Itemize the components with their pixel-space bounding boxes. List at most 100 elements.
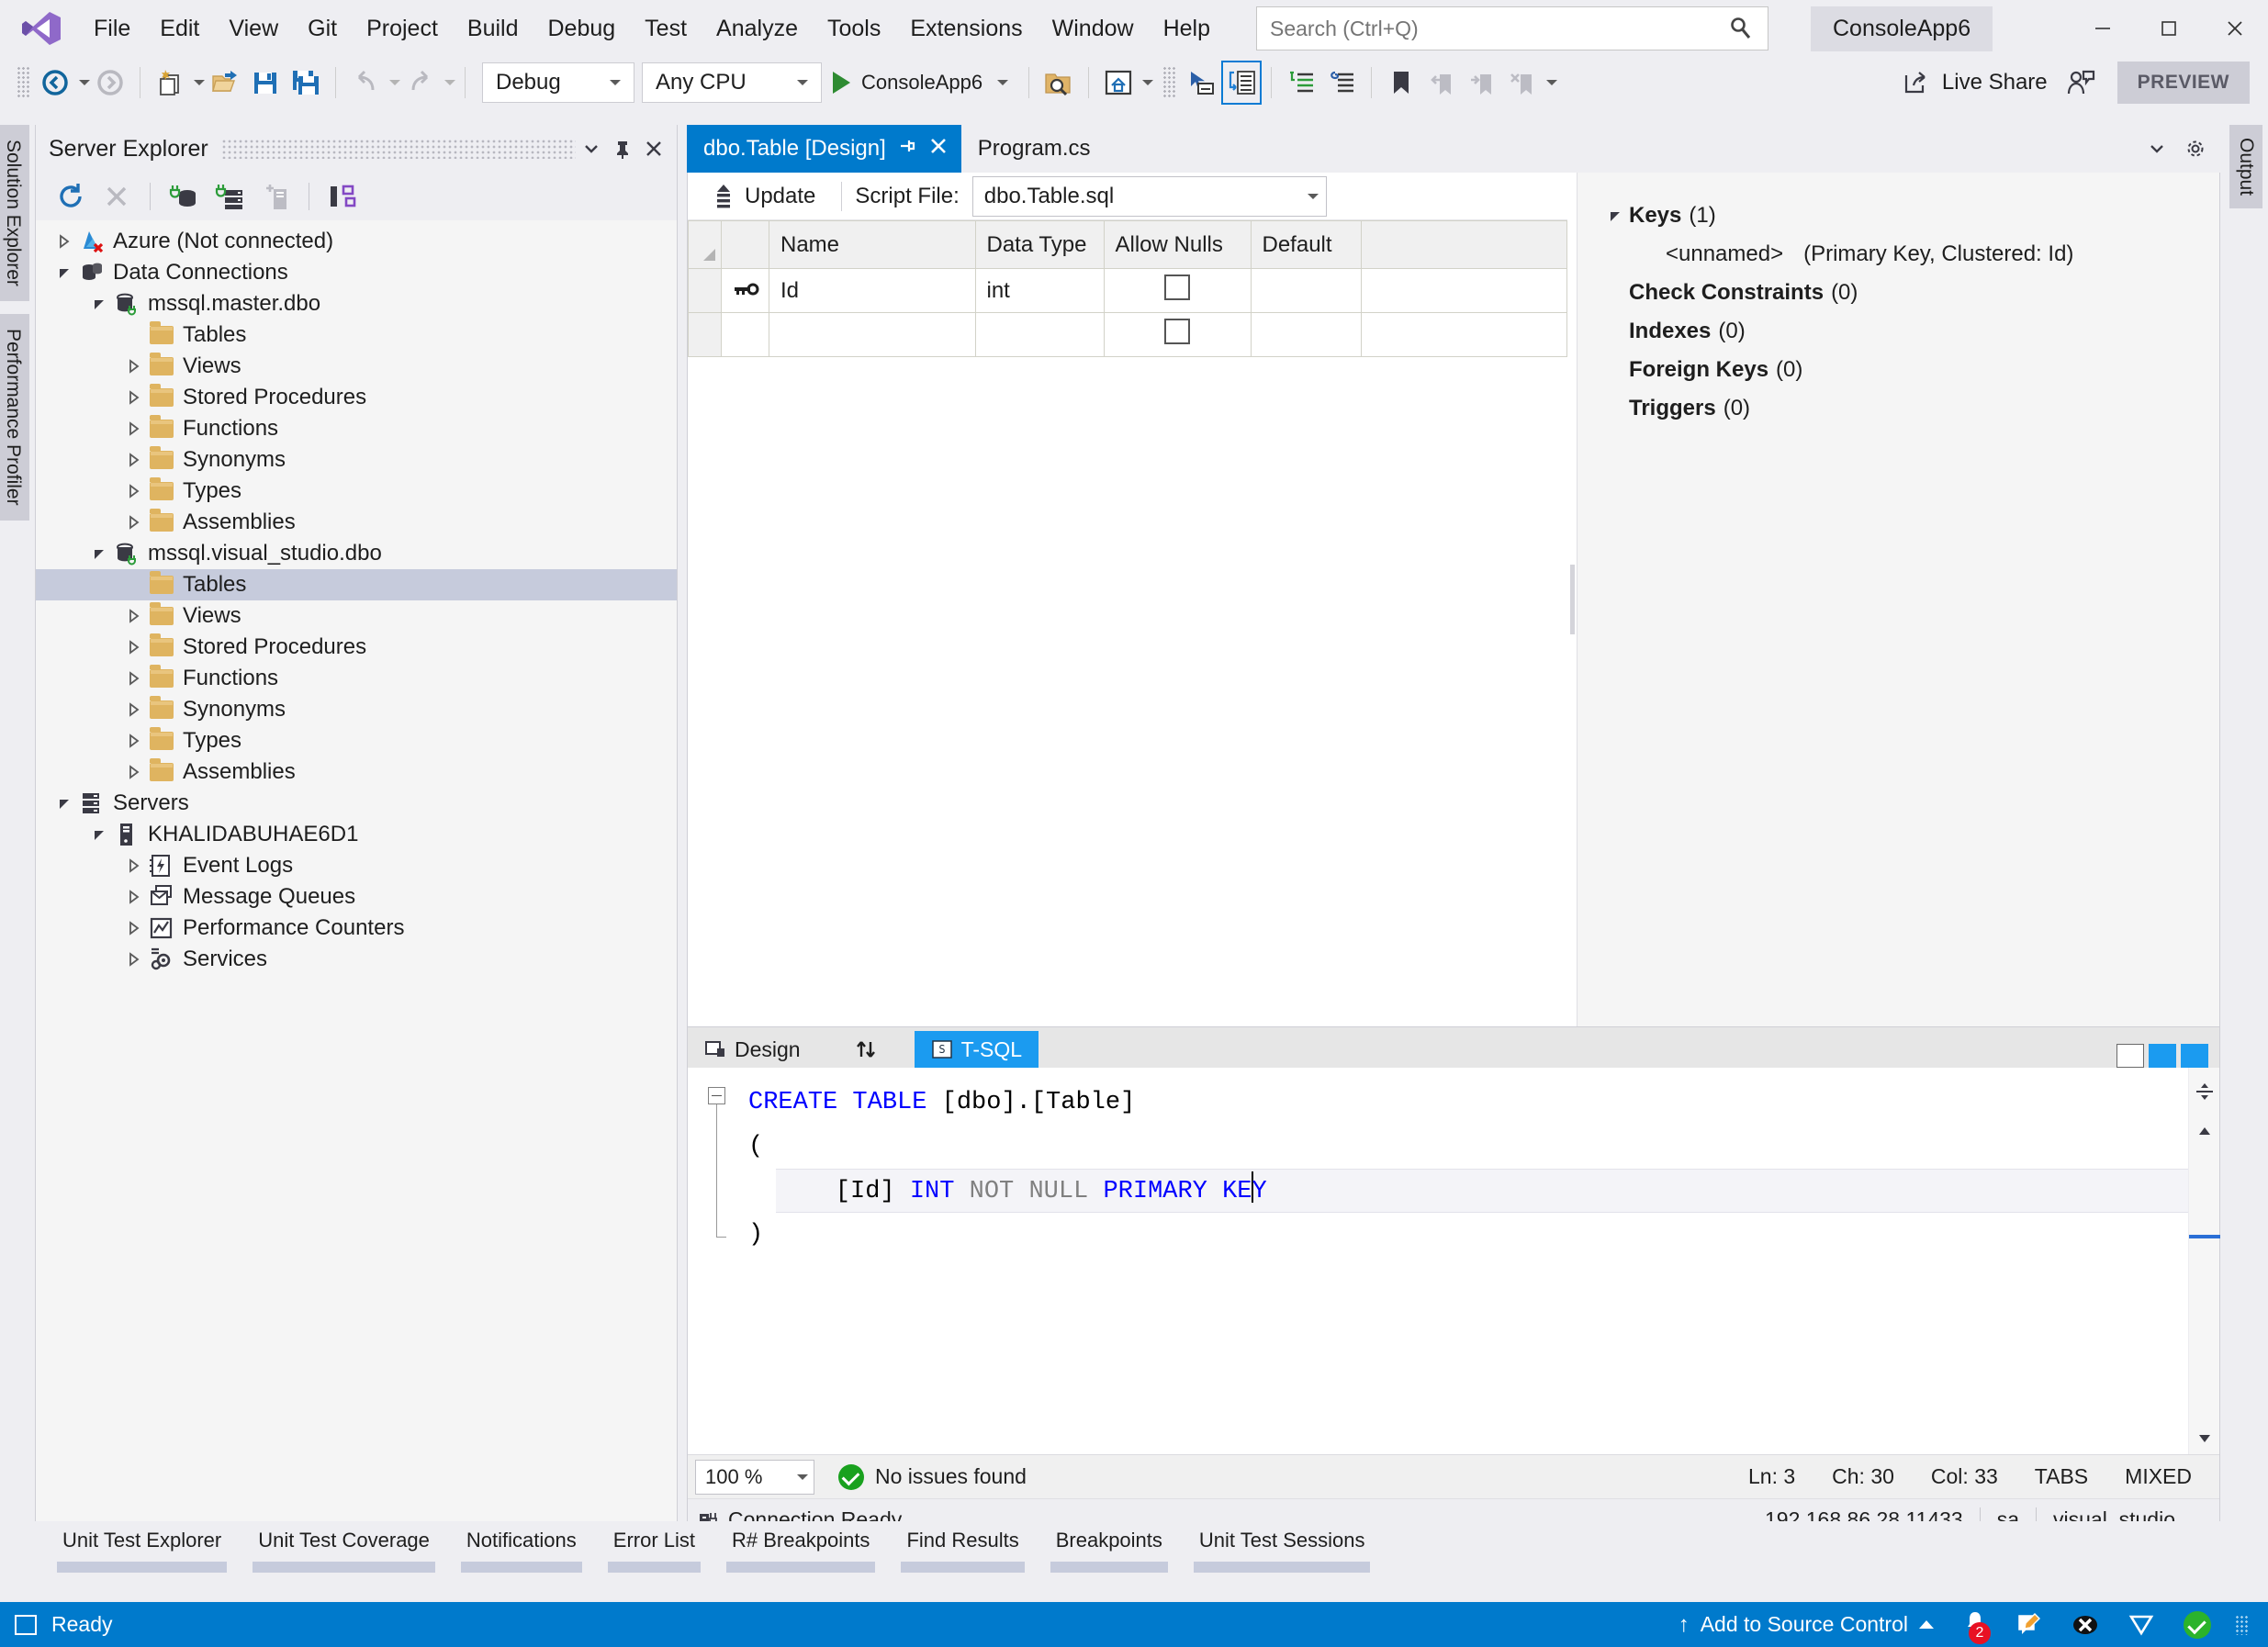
tree-item-servers[interactable]: Servers bbox=[36, 788, 677, 819]
expand-chevron-icon[interactable] bbox=[122, 420, 146, 437]
panel-drag-handle[interactable] bbox=[220, 139, 576, 159]
filter-icon-button[interactable] bbox=[2114, 1602, 2169, 1647]
save-icon[interactable] bbox=[245, 61, 286, 105]
cell-default[interactable] bbox=[1250, 312, 1362, 357]
tab-dbo-table-design[interactable]: dbo.Table [Design] bbox=[687, 125, 961, 173]
split-vertical-icon[interactable] bbox=[2116, 1044, 2144, 1068]
tree-item-services[interactable]: Services bbox=[36, 944, 677, 975]
tree-item-types[interactable]: Types bbox=[36, 476, 677, 507]
column-header-data-type[interactable]: Data Type bbox=[974, 220, 1105, 269]
tree-item-mssql-visual-studio-dbo[interactable]: mssql.visual_studio.dbo bbox=[36, 538, 677, 569]
menu-item-help[interactable]: Help bbox=[1149, 10, 1225, 48]
code-line-3[interactable]: [Id] INT NOT NULL PRIMARY KEY bbox=[776, 1169, 2188, 1213]
menu-item-project[interactable]: Project bbox=[352, 10, 453, 48]
connect-to-database-icon[interactable] bbox=[162, 176, 206, 217]
tree-item-views[interactable]: Views bbox=[36, 600, 677, 632]
tree-item-assemblies[interactable]: Assemblies bbox=[36, 756, 677, 788]
close-button[interactable] bbox=[2202, 0, 2268, 57]
bottom-tab-error-list[interactable]: Error List bbox=[595, 1521, 713, 1573]
tree-item-performance-counters[interactable]: Performance Counters bbox=[36, 913, 677, 944]
bottom-tab-breakpoints[interactable]: Breakpoints bbox=[1038, 1521, 1181, 1573]
document-settings-icon[interactable] bbox=[2176, 129, 2215, 169]
panel-menu-icon[interactable] bbox=[576, 130, 607, 167]
source-control-status-button[interactable] bbox=[2169, 1602, 2226, 1647]
feedback-icon-button[interactable] bbox=[2002, 1602, 2057, 1647]
search-input[interactable] bbox=[1256, 6, 1768, 50]
search-in-files-icon[interactable] bbox=[1039, 61, 1079, 105]
tree-item-tables[interactable]: Tables bbox=[36, 569, 677, 600]
scrollbar-track[interactable] bbox=[2188, 1147, 2220, 1423]
tree-item-data-connections[interactable]: Data Connections bbox=[36, 257, 677, 288]
menu-item-debug[interactable]: Debug bbox=[533, 10, 631, 48]
tree-item-stored-procedures[interactable]: Stored Procedures bbox=[36, 632, 677, 663]
column-header-default[interactable]: Default bbox=[1250, 220, 1362, 269]
scrollbar-split-icon[interactable] bbox=[2195, 1068, 2215, 1115]
split-horizontal-icon[interactable] bbox=[2149, 1044, 2176, 1068]
properties-window-icon[interactable] bbox=[1181, 61, 1221, 105]
toolbar-grip-2[interactable] bbox=[1162, 66, 1176, 99]
keys-item-keys[interactable]: Keys (1) bbox=[1601, 196, 2219, 235]
send-feedback-icon[interactable] bbox=[2060, 61, 2101, 105]
cell-allow-nulls[interactable] bbox=[1103, 312, 1252, 357]
tree-item-mssql-master-dbo[interactable]: mssql.master.dbo bbox=[36, 288, 677, 319]
resize-grip[interactable] bbox=[2226, 1602, 2259, 1647]
code-line-2[interactable]: ( bbox=[739, 1125, 2188, 1169]
keys-child-row[interactable]: <unnamed> (Primary Key, Clustered: Id) bbox=[1601, 235, 2219, 274]
tree-item-views[interactable]: Views bbox=[36, 351, 677, 382]
column-header-allow-nulls[interactable]: Allow Nulls bbox=[1103, 220, 1252, 269]
menu-item-window[interactable]: Window bbox=[1038, 10, 1149, 48]
tree-item-stored-procedures[interactable]: Stored Procedures bbox=[36, 382, 677, 413]
code-line-1[interactable]: CREATE TABLE [dbo].[Table] bbox=[739, 1081, 2188, 1125]
expand-chevron-icon[interactable] bbox=[122, 889, 146, 905]
cell-column-name[interactable] bbox=[769, 312, 976, 357]
new-item-icon[interactable] bbox=[150, 61, 190, 105]
minimize-button[interactable] bbox=[2070, 0, 2136, 57]
scroll-down-icon[interactable] bbox=[2196, 1423, 2213, 1454]
allow-nulls-checkbox[interactable] bbox=[1164, 319, 1190, 344]
expand-chevron-icon[interactable] bbox=[122, 389, 146, 406]
bottom-tab-find-results[interactable]: Find Results bbox=[888, 1521, 1037, 1573]
designer-splitter[interactable] bbox=[1567, 173, 1577, 1026]
expand-chevron-icon[interactable] bbox=[122, 514, 146, 531]
pin-icon[interactable] bbox=[897, 136, 917, 162]
close-icon[interactable] bbox=[928, 136, 949, 162]
editor-gutter[interactable] bbox=[688, 1068, 739, 1454]
pin-icon[interactable] bbox=[607, 130, 638, 167]
expand-chevron-icon[interactable] bbox=[122, 857, 146, 874]
collapse-triangle-icon[interactable] bbox=[1601, 207, 1629, 224]
menu-item-edit[interactable]: Edit bbox=[145, 10, 214, 48]
tree-item-assemblies[interactable]: Assemblies bbox=[36, 507, 677, 538]
issues-indicator[interactable]: No issues found bbox=[838, 1463, 1027, 1490]
menu-item-test[interactable]: Test bbox=[630, 10, 702, 48]
search-icon[interactable] bbox=[1728, 16, 1754, 47]
live-share-button[interactable]: Live Share bbox=[1891, 61, 2060, 105]
bottom-tab-r-breakpoints[interactable]: R# Breakpoints bbox=[713, 1521, 888, 1573]
expand-chevron-icon[interactable] bbox=[122, 670, 146, 687]
bottom-tab-unit-test-coverage[interactable]: Unit Test Coverage bbox=[240, 1521, 448, 1573]
tree-item-functions[interactable]: Functions bbox=[36, 413, 677, 444]
expand-chevron-icon[interactable] bbox=[122, 920, 146, 936]
expand-chevron-icon[interactable] bbox=[122, 608, 146, 624]
keys-item-triggers[interactable]: Triggers (0) bbox=[1601, 389, 2219, 428]
tree-item-azure-not-connected[interactable]: Azure (Not connected) bbox=[36, 226, 677, 257]
save-all-icon[interactable] bbox=[286, 61, 326, 105]
table-row[interactable] bbox=[688, 312, 1567, 357]
bottom-tab-notifications[interactable]: Notifications bbox=[448, 1521, 595, 1573]
expand-chevron-icon[interactable] bbox=[122, 733, 146, 749]
toolbar-overflow-icon[interactable] bbox=[1546, 80, 1558, 85]
scroll-up-icon[interactable] bbox=[2196, 1115, 2213, 1147]
menu-item-tools[interactable]: Tools bbox=[813, 10, 895, 48]
toolbar-grip[interactable] bbox=[17, 66, 29, 99]
close-icon[interactable] bbox=[638, 130, 669, 167]
row-selector-cell[interactable] bbox=[688, 268, 722, 313]
expand-chevron-icon[interactable] bbox=[122, 951, 146, 968]
azure-devops-icon-button[interactable] bbox=[2057, 1602, 2114, 1647]
navigate-back-icon[interactable] bbox=[35, 61, 75, 105]
menu-item-file[interactable]: File bbox=[79, 10, 145, 48]
menu-item-build[interactable]: Build bbox=[453, 10, 533, 48]
tab-split-toggle[interactable] bbox=[836, 1031, 894, 1068]
tree-item-event-logs[interactable]: Event Logs bbox=[36, 850, 677, 881]
tree-item-functions[interactable]: Functions bbox=[36, 663, 677, 694]
cell-data-type[interactable] bbox=[974, 312, 1105, 357]
tsql-editor[interactable]: CREATE TABLE [dbo].[Table] ( [Id] INT NOT… bbox=[688, 1068, 2220, 1454]
